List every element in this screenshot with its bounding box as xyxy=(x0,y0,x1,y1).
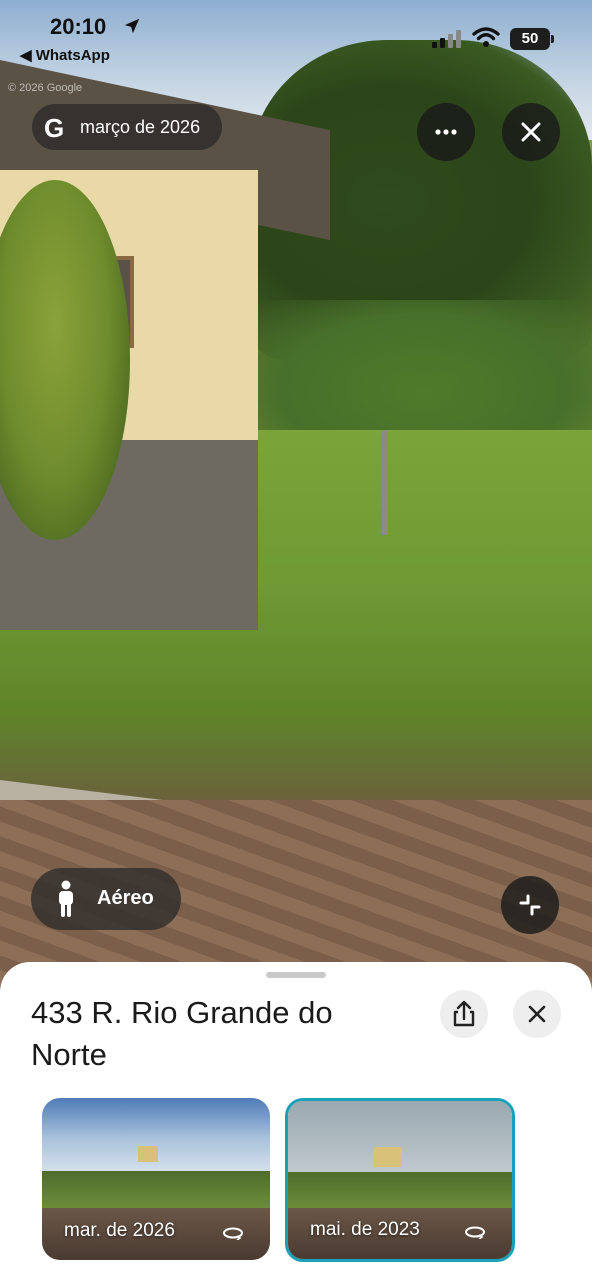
more-options-button[interactable] xyxy=(417,103,475,161)
thumbnail-date-label: mar. de 2026 xyxy=(64,1220,175,1241)
clock: 20:10 xyxy=(50,14,107,39)
pegman-icon xyxy=(59,880,73,917)
thumbnail-house xyxy=(374,1147,402,1167)
google-g-icon: G xyxy=(44,113,65,143)
imagery-thumbnail[interactable]: mar. de 2026 xyxy=(42,1098,270,1260)
battery-icon: 50 xyxy=(510,28,550,50)
more-horiz-icon xyxy=(435,129,457,135)
google-watermark: © 2026 Google xyxy=(8,82,83,94)
360-view-icon xyxy=(465,1226,485,1239)
share-icon xyxy=(453,1000,475,1027)
capture-date-pill[interactable]: G março de 2026 xyxy=(32,104,222,150)
back-to-app-link[interactable]: ◀ WhatsApp xyxy=(20,46,110,64)
thumbnail-trees xyxy=(288,1172,512,1212)
imagery-thumbnail-selected[interactable]: mai. de 2023 xyxy=(285,1098,515,1262)
cellular-signal-icon xyxy=(432,30,461,48)
thumbnail-house xyxy=(138,1146,158,1162)
sprinkler xyxy=(382,430,388,535)
wifi-icon xyxy=(472,27,500,47)
place-bottom-sheet: 433 R. Rio Grande do Norte mar. de 2026 … xyxy=(0,962,592,1280)
battery-cap xyxy=(551,35,554,43)
thumbnail-date-label: mai. de 2023 xyxy=(310,1219,420,1240)
collapse-view-button[interactable] xyxy=(501,876,559,934)
bushes xyxy=(255,300,592,450)
aerial-view-label: Aéreo xyxy=(97,887,154,909)
aerial-view-button[interactable]: Aéreo xyxy=(31,868,181,930)
close-sheet-button[interactable] xyxy=(513,990,561,1038)
location-arrow-icon xyxy=(124,18,140,34)
sheet-drag-handle[interactable] xyxy=(266,972,326,978)
360-view-icon xyxy=(223,1227,243,1240)
share-button[interactable] xyxy=(440,990,488,1038)
status-bar: 20:10 ◀ WhatsApp 50 xyxy=(0,0,592,70)
collapse-icon xyxy=(519,894,541,916)
capture-date-label: março de 2026 xyxy=(80,117,201,137)
close-street-view-button[interactable] xyxy=(502,103,560,161)
close-icon xyxy=(521,122,541,142)
place-address: 433 R. Rio Grande do Norte xyxy=(31,995,333,1072)
thumbnail-trees xyxy=(42,1170,270,1212)
close-icon xyxy=(528,1005,546,1023)
